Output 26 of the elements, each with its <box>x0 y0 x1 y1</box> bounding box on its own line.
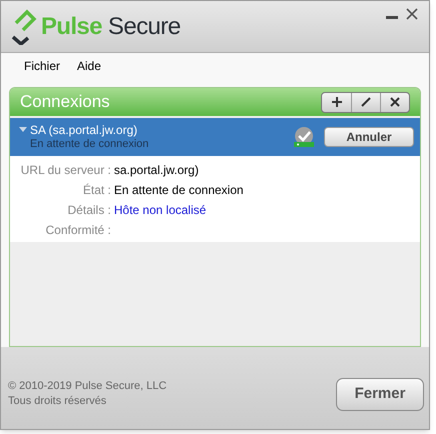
detail-value: En attente de connexion <box>114 182 244 199</box>
connection-row[interactable]: SA (sa.portal.jw.org) En attente de connexion Annuler <box>10 118 420 156</box>
details-link[interactable]: Hôte non localisé <box>114 201 206 219</box>
product-name: Secure <box>108 15 180 39</box>
detail-value: sa.portal.jw.org) <box>114 162 199 179</box>
pencil-icon <box>360 96 372 108</box>
menu-item[interactable]: Fichier <box>24 57 60 75</box>
expand-arrow-icon[interactable] <box>19 126 27 134</box>
panel-title: Connexions <box>20 91 110 114</box>
connection-name: SA (sa.portal.jw.org) <box>30 123 138 137</box>
detail-label: URL du serveur : <box>20 162 112 179</box>
connection-status: En attente de connexion <box>30 137 149 151</box>
close-window-button[interactable]: Fermer <box>336 378 424 411</box>
menu-item[interactable]: Aide <box>77 57 102 75</box>
rights-text: Tous droits réservés <box>8 394 108 409</box>
cancel-button[interactable]: Annuler <box>324 127 414 147</box>
brand-name: Pulse <box>41 15 102 39</box>
copyright-text: © 2010-2019 Pulse Secure, LLC <box>8 379 167 394</box>
detail-label: État : <box>82 182 112 199</box>
detail-label: Conformité : <box>44 222 112 239</box>
connected-check-icon <box>293 126 315 148</box>
logo-icon <box>11 9 37 45</box>
detail-label: Détails : <box>66 202 112 219</box>
close-button[interactable] <box>405 7 419 21</box>
close-icon <box>389 96 401 108</box>
plus-icon <box>330 96 342 108</box>
